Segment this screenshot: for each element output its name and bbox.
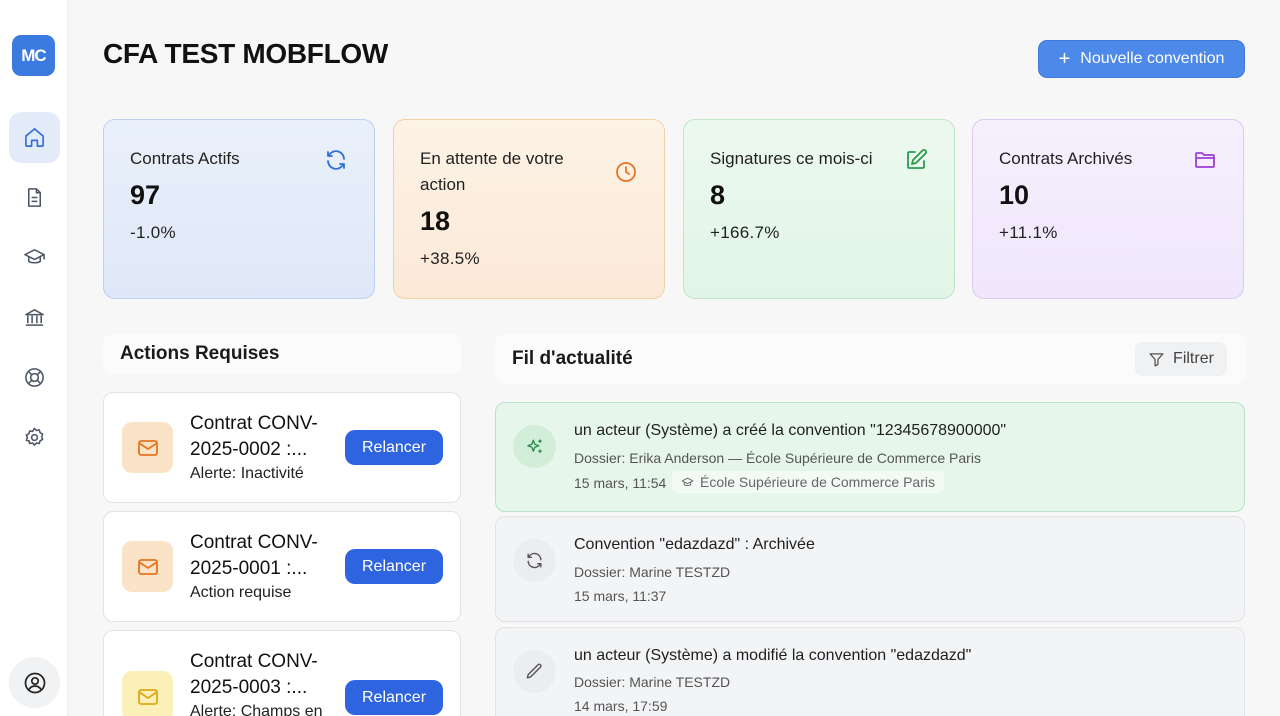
- stat-value: 10: [999, 180, 1030, 210]
- feed-item-dossier: Dossier: Marine TESTZD: [574, 564, 731, 580]
- stat-label: Contrats Actifs: [130, 149, 240, 168]
- feed-item-text: un acteur (Système) a modifié la convent…: [574, 647, 972, 664]
- sparkles-icon: [513, 425, 556, 468]
- graduation-cap-icon: [24, 249, 45, 264]
- mail-icon: [122, 422, 173, 473]
- stat-card-active-contracts[interactable]: Contrats Actifs 97 -1.0%: [103, 119, 375, 299]
- graduation-cap-icon: [681, 477, 694, 486]
- stat-value: 97: [130, 180, 161, 210]
- sidebar-item-support[interactable]: [9, 352, 60, 403]
- stat-label: En attente de votre action: [420, 149, 564, 194]
- stat-value: 18: [420, 206, 451, 236]
- feed-item[interactable]: un acteur (Système) a créé la convention…: [495, 402, 1245, 512]
- feed-item-dossier: Dossier: Marine TESTZD: [574, 674, 731, 690]
- action-subtitle: Alerte: Inactivité: [190, 465, 304, 482]
- document-icon: [27, 188, 42, 207]
- mail-icon: [122, 671, 173, 716]
- edit-icon: [907, 149, 927, 169]
- sidebar: MC: [0, 0, 68, 716]
- feed-item-time: 14 mars, 17:59: [574, 698, 668, 714]
- app-logo[interactable]: MC: [12, 35, 55, 76]
- sidebar-item-documents[interactable]: [9, 172, 60, 223]
- sidebar-item-home[interactable]: [9, 112, 60, 163]
- feed-item-time: 15 mars, 11:37: [574, 588, 667, 604]
- feed-item[interactable]: Convention "edazdazd" : Archivée Dossier…: [495, 516, 1245, 622]
- action-subtitle: Action requise: [190, 584, 292, 601]
- refresh-icon: [327, 150, 345, 170]
- relancer-button[interactable]: Relancer: [345, 430, 443, 465]
- action-title: Contrat CONV- 2025-0002 :...: [190, 413, 318, 460]
- plus-icon: +: [1058, 48, 1071, 70]
- feed-item-time: 15 mars, 11:54: [574, 475, 667, 491]
- pencil-icon: [513, 650, 556, 693]
- filter-label: Filtrer: [1173, 350, 1214, 367]
- stat-delta: +166.7%: [710, 223, 780, 242]
- feed-item-text: Convention "edazdazd" : Archivée: [574, 536, 815, 553]
- news-feed-header: Fil d'actualité: [495, 334, 1246, 384]
- stat-card-pending-action[interactable]: En attente de votre action 18 +38.5%: [393, 119, 665, 299]
- sidebar-item-companies[interactable]: [9, 292, 60, 343]
- action-card[interactable]: Contrat CONV- 2025-0003 :... Alerte: Cham…: [103, 630, 461, 716]
- clock-icon: [616, 162, 636, 182]
- sidebar-item-training[interactable]: [9, 232, 60, 283]
- mail-icon: [122, 541, 173, 592]
- action-card[interactable]: Contrat CONV- 2025-0001 :... Action requi…: [103, 511, 461, 622]
- filter-icon: [1149, 352, 1164, 367]
- new-convention-label: Nouvelle convention: [1080, 50, 1225, 67]
- sidebar-item-settings[interactable]: [9, 412, 60, 463]
- stat-value: 8: [710, 180, 726, 210]
- filter-button[interactable]: Filtrer: [1135, 342, 1227, 376]
- new-convention-button[interactable]: + Nouvelle convention: [1038, 40, 1245, 78]
- stat-delta: +11.1%: [999, 223, 1058, 242]
- gear-icon: [25, 427, 44, 446]
- action-title: Contrat CONV- 2025-0001 :...: [190, 532, 318, 579]
- user-circle-icon: [24, 672, 45, 693]
- school-tag: École Supérieure de Commerce Paris: [672, 471, 944, 493]
- feed-item-text: un acteur (Système) a créé la convention…: [574, 422, 1007, 439]
- stat-card-signatures-month[interactable]: Signatures ce mois-ci 8 +166.7%: [683, 119, 955, 299]
- stat-delta: +38.5%: [420, 249, 480, 268]
- action-title: Contrat CONV- 2025-0003 :...: [190, 651, 318, 698]
- action-card[interactable]: Contrat CONV- 2025-0002 :... Alerte: Inac…: [103, 392, 461, 503]
- folder-icon: [1195, 152, 1215, 168]
- refresh-icon: [513, 539, 556, 582]
- lifebuoy-icon: [25, 368, 44, 387]
- action-subtitle: Alerte: Champs en: [190, 703, 323, 716]
- bank-icon: [25, 309, 44, 326]
- relancer-button[interactable]: Relancer: [345, 680, 443, 715]
- relancer-button[interactable]: Relancer: [345, 549, 443, 584]
- profile-button[interactable]: [9, 657, 60, 708]
- stat-label: Signatures ce mois-ci: [710, 149, 873, 168]
- feed-item-dossier: Dossier: Erika Anderson — École Supérieu…: [574, 450, 981, 466]
- feed-item[interactable]: un acteur (Système) a modifié la convent…: [495, 627, 1245, 716]
- stat-label: Contrats Archivés: [999, 149, 1133, 168]
- actions-required-header: Actions Requises: [103, 334, 461, 374]
- home-icon: [25, 128, 44, 147]
- stat-card-archived-contracts[interactable]: Contrats Archivés 10 +11.1%: [972, 119, 1244, 299]
- page-title: CFA TEST MOBFLOW: [103, 38, 389, 69]
- stat-delta: -1.0%: [130, 223, 176, 242]
